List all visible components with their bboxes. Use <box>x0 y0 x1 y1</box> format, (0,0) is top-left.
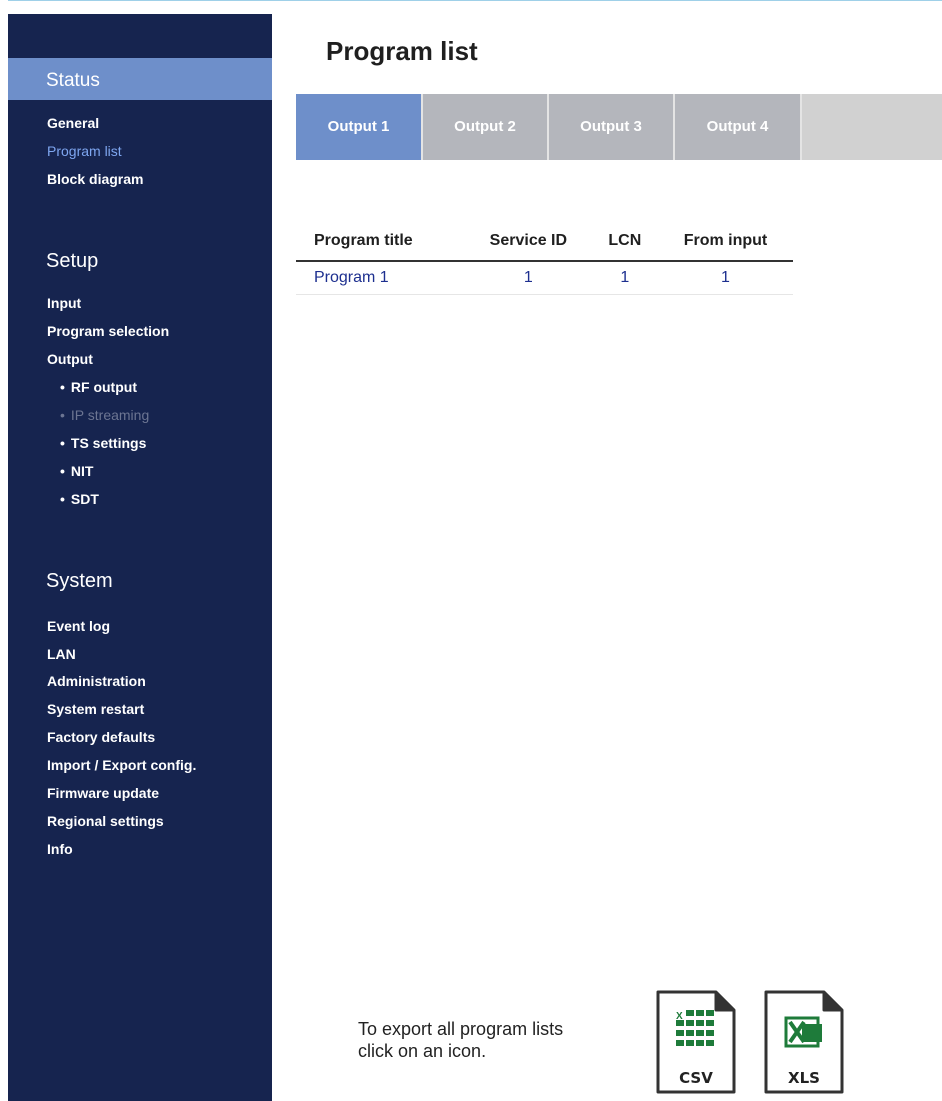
page-title: Program list <box>326 36 478 66</box>
bullet-icon: • <box>60 435 65 451</box>
xls-label: XLS <box>788 1069 820 1087</box>
export-text-line-2: click on an icon. <box>358 1041 487 1061</box>
sidebar-item-administration[interactable]: Administration <box>47 673 146 689</box>
sidebar-item-firmware-update[interactable]: Firmware update <box>47 785 159 801</box>
sidebar-subitem-nit[interactable]: • NIT <box>60 463 93 479</box>
csv-file-icon[interactable]: X CSV <box>656 990 736 1094</box>
sidebar-subitem-ts-settings[interactable]: • TS settings <box>60 435 146 451</box>
sidebar-item-general[interactable]: General <box>47 115 99 131</box>
sidebar-item-regional-settings[interactable]: Regional settings <box>47 813 164 829</box>
csv-label: CSV <box>679 1069 713 1087</box>
top-border <box>0 0 942 1</box>
tab-output-4[interactable]: Output 4 <box>675 94 800 160</box>
sidebar-item-info[interactable]: Info <box>47 841 73 857</box>
cell-lcn: 1 <box>591 261 658 295</box>
cell-program-title: Program 1 <box>296 261 466 295</box>
column-header-lcn: LCN <box>591 222 658 262</box>
sidebar-subitem-sdt[interactable]: • SDT <box>60 491 99 507</box>
tab-output-2[interactable]: Output 2 <box>423 94 547 160</box>
sidebar-item-program-selection[interactable]: Program selection <box>47 323 169 339</box>
sidebar-item-import-export-config[interactable]: Import / Export config. <box>47 757 196 773</box>
tab-output-1[interactable]: Output 1 <box>296 94 421 160</box>
bullet-icon: • <box>60 379 65 395</box>
bullet-icon: • <box>60 491 65 507</box>
export-instructions: To export all program lists click on an … <box>358 1018 563 1062</box>
left-margin <box>0 0 8 1101</box>
sidebar-item-lan[interactable]: LAN <box>47 646 76 662</box>
sidebar-subitem-label: SDT <box>70 491 99 507</box>
table-row: Program 1 1 1 1 <box>296 261 793 295</box>
column-header-from-input: From input <box>657 222 793 262</box>
sidebar-subitem-rf-output[interactable]: • RF output <box>60 379 137 395</box>
sidebar-item-output[interactable]: Output <box>47 351 93 367</box>
status-heading-bar: Status <box>8 58 272 100</box>
cell-service-id: 1 <box>465 261 592 295</box>
tab-output-3[interactable]: Output 3 <box>549 94 673 160</box>
tab-separator <box>800 94 802 160</box>
sidebar-item-system-restart[interactable]: System restart <box>47 701 144 717</box>
status-heading: Status <box>46 70 100 91</box>
sidebar-item-event-log[interactable]: Event log <box>47 618 110 634</box>
cell-from-input: 1 <box>657 261 793 295</box>
sidebar-subitem-label: NIT <box>70 463 94 479</box>
sidebar-item-input[interactable]: Input <box>47 295 81 311</box>
sidebar-subitem-label: RF output <box>70 379 137 395</box>
sidebar-subitem-label: IP streaming <box>70 407 150 423</box>
sidebar: Status General Program list Block diagra… <box>8 14 272 1101</box>
sidebar-subitem-label: TS settings <box>70 435 147 451</box>
output-tab-bar: Output 1 Output 2 Output 3 Output 4 <box>296 94 942 160</box>
sidebar-item-factory-defaults[interactable]: Factory defaults <box>47 729 155 745</box>
bullet-icon: • <box>60 407 65 423</box>
sidebar-item-block-diagram[interactable]: Block diagram <box>47 171 143 187</box>
column-header-program-title: Program title <box>296 222 466 262</box>
xls-file-icon[interactable]: XLS <box>764 990 844 1094</box>
bullet-icon: • <box>60 463 65 479</box>
program-table: Program title Service ID LCN From input … <box>296 222 793 295</box>
sidebar-subitem-ip-streaming: • IP streaming <box>60 407 149 423</box>
table-header-row: Program title Service ID LCN From input <box>296 222 793 262</box>
sidebar-item-program-list[interactable]: Program list <box>47 143 122 159</box>
column-header-service-id: Service ID <box>465 222 592 262</box>
export-text-line-1: To export all program lists <box>358 1019 564 1039</box>
system-heading: System <box>46 570 113 592</box>
setup-heading: Setup <box>46 250 99 272</box>
